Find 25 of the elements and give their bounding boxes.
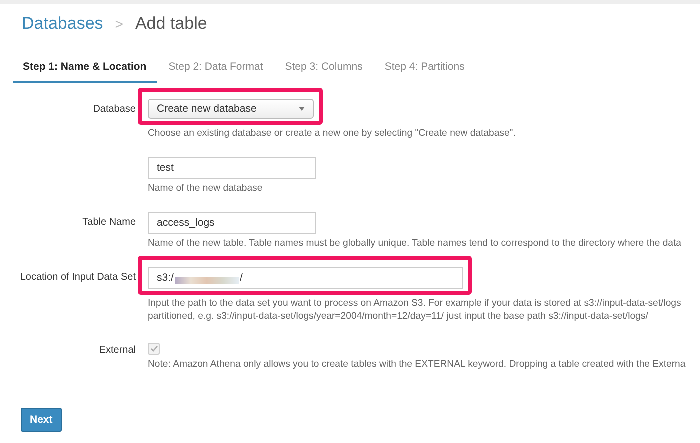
text-field[interactable]: access_logs — [148, 212, 316, 234]
help-text: Input the path to the data set you want to process on Amazon S3. For example if your data is stored at s3://input-data-set/logs — [148, 297, 682, 310]
help-text: partitioned, e.g. s3://input-data-set/logs/year=2004/month=12/day=11/ just input the base path s3://input-data-set/logs/ — [148, 310, 650, 323]
breadcrumb-separator: > — [115, 16, 124, 32]
redacted-block — [174, 276, 239, 284]
help-text: Name of the new table. Table names must be globally unique. Table names tend to correspond to the directory where the data — [148, 237, 682, 250]
database-select[interactable]: Create new database — [148, 99, 314, 119]
help-text: Name of the new database — [148, 182, 264, 195]
step-tab[interactable]: Step 2: Data Format — [158, 56, 274, 83]
field-label: Database — [92, 103, 136, 117]
check-icon — [150, 346, 158, 352]
breadcrumb-link[interactable]: Databases — [22, 14, 104, 34]
step-tab[interactable]: Step 1: Name & Location — [13, 56, 157, 83]
help-text: Note: Amazon Athena only allows you to create tables with the EXTERNAL keyword. Dropping a table created with the Externa — [148, 358, 687, 371]
field-label: External — [98, 344, 136, 358]
field-label: Location of Input Data Set — [19, 271, 136, 285]
path-field[interactable]: s3:/ / — [148, 267, 463, 289]
next-button[interactable]: Next — [21, 408, 62, 432]
help-text: Choose an existing database or create a new one by selecting "Create new database". — [148, 127, 517, 140]
step-tab[interactable]: Step 3: Columns — [275, 56, 373, 83]
text-field[interactable]: test — [148, 157, 316, 179]
page-title: Add table — [135, 14, 208, 34]
field-label: Table Name — [82, 216, 136, 230]
step-tab[interactable]: Step 4: Partitions — [374, 56, 475, 83]
caret-icon — [299, 107, 305, 111]
